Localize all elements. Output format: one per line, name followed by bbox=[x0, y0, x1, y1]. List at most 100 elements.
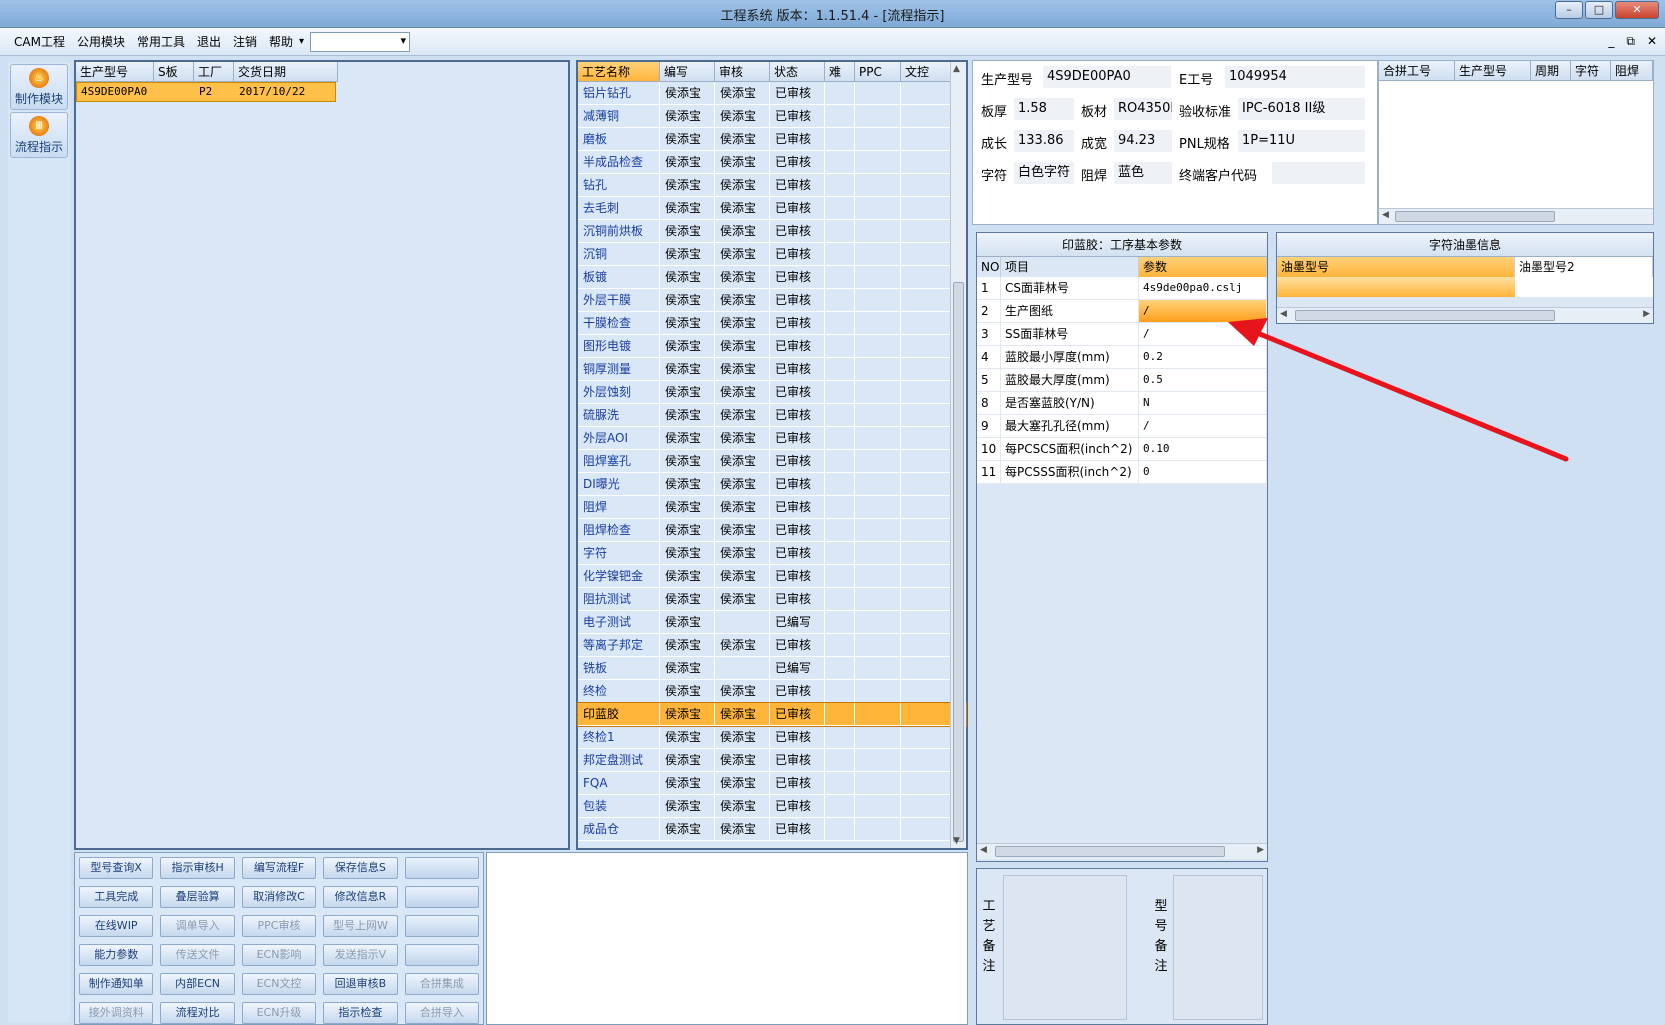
table-row[interactable]: 图形电镀 侯添宝 侯添宝 已审核 bbox=[578, 335, 966, 358]
action-button[interactable]: 工具完成 bbox=[79, 886, 154, 908]
column-header[interactable]: PPC bbox=[855, 62, 901, 81]
scroll-down-icon[interactable]: ▼ bbox=[953, 836, 960, 846]
table-row[interactable]: 9 最大塞孔孔径(mm) / bbox=[977, 415, 1267, 438]
table-row[interactable]: 包装 侯添宝 侯添宝 已审核 bbox=[578, 795, 966, 818]
action-button[interactable]: 在线WIP bbox=[79, 915, 154, 937]
material-field[interactable]: RO4350B bbox=[1113, 97, 1173, 121]
menu-combo-select[interactable] bbox=[310, 31, 411, 52]
char-field[interactable]: 白色字符 bbox=[1013, 161, 1075, 185]
action-button[interactable]: 编写流程F bbox=[241, 857, 317, 879]
mdi-close-button[interactable]: ✕ bbox=[1647, 34, 1657, 49]
column-header[interactable]: 生产型号 bbox=[76, 62, 154, 81]
action-button[interactable]: 制作通知单 bbox=[79, 973, 154, 995]
table-row[interactable]: 终检 侯添宝 侯添宝 已审核 bbox=[578, 680, 966, 703]
scrollbar-thumb[interactable] bbox=[1395, 211, 1555, 222]
cell-value[interactable]: 0.10 bbox=[1139, 438, 1267, 460]
table-row[interactable]: 磨板 侯添宝 侯添宝 已审核 bbox=[578, 128, 966, 151]
action-button[interactable]: 能力参数 bbox=[79, 944, 154, 966]
cell-value[interactable]: / bbox=[1139, 415, 1267, 437]
table-row[interactable]: 阻焊检查 侯添宝 侯添宝 已审核 bbox=[578, 519, 966, 542]
table-row[interactable]: 3 SS面菲林号 / bbox=[977, 323, 1267, 346]
action-button[interactable]: 发送指示V bbox=[323, 944, 398, 966]
table-row[interactable]: 硫脲洗 侯添宝 侯添宝 已审核 bbox=[578, 404, 966, 427]
horizontal-scrollbar[interactable]: ◀ bbox=[1379, 208, 1653, 224]
action-button[interactable]: ECN文控 bbox=[241, 973, 317, 995]
scroll-left-icon[interactable]: ◀ bbox=[1280, 309, 1287, 319]
table-row[interactable]: 2 生产图纸 / bbox=[977, 300, 1267, 323]
length-field[interactable]: 133.86 bbox=[1013, 129, 1075, 153]
horizontal-scrollbar[interactable]: ◀ ▶ bbox=[977, 843, 1267, 859]
standard-field[interactable]: IPC-6018 II级 bbox=[1237, 97, 1366, 121]
scroll-left-icon[interactable]: ◀ bbox=[980, 845, 987, 855]
table-row[interactable]: 8 是否塞蓝胶(Y/N) N bbox=[977, 392, 1267, 415]
table-row[interactable]: 外层蚀刻 侯添宝 侯添宝 已审核 bbox=[578, 381, 966, 404]
scroll-left-icon[interactable]: ◀ bbox=[1382, 210, 1389, 220]
menu-exit[interactable]: 退出 bbox=[191, 33, 227, 50]
action-button[interactable]: 型号查询X bbox=[79, 857, 154, 879]
table-row[interactable]: 外层干膜 侯添宝 侯添宝 已审核 bbox=[578, 289, 966, 312]
menu-logout[interactable]: 注销 bbox=[227, 33, 263, 50]
table-row[interactable]: 1 CS面菲林号 4s9de00pa0.cslj bbox=[977, 277, 1267, 300]
action-button[interactable]: 取消修改C bbox=[241, 886, 317, 908]
menu-help[interactable]: 帮助 bbox=[263, 33, 299, 50]
table-row[interactable]: 化学镍钯金 侯添宝 侯添宝 已审核 bbox=[578, 565, 966, 588]
table-row[interactable]: 4S9DE00PA0 P2 2017/10/22 bbox=[76, 82, 336, 102]
ink-cell-selected[interactable] bbox=[1277, 277, 1515, 297]
table-row[interactable]: 电子测试 侯添宝 已编写 bbox=[578, 611, 966, 634]
column-header[interactable]: 状态 bbox=[770, 62, 825, 81]
menu-cam[interactable]: CAM工程 bbox=[8, 33, 71, 50]
cell-value[interactable]: / bbox=[1139, 300, 1267, 322]
table-row[interactable]: 印蓝胶 侯添宝 侯添宝 已审核 bbox=[577, 702, 967, 727]
table-row[interactable]: 去毛刺 侯添宝 侯添宝 已审核 bbox=[578, 197, 966, 220]
table-row[interactable]: 铝片钻孔 侯添宝 侯添宝 已审核 bbox=[578, 82, 966, 105]
action-button[interactable]: ECN升级 bbox=[241, 1002, 317, 1024]
action-button[interactable]: ECN影响 bbox=[241, 944, 317, 966]
eno-field[interactable]: 1049954 bbox=[1224, 65, 1366, 89]
column-header[interactable]: 编写 bbox=[660, 62, 715, 81]
action-button[interactable]: 传送文件 bbox=[160, 944, 235, 966]
cell-value[interactable]: 0 bbox=[1139, 461, 1267, 483]
chevron-down-icon[interactable]: ▾ bbox=[299, 36, 304, 47]
column-header[interactable]: 交货日期 bbox=[234, 62, 338, 81]
column-header[interactable]: 参数 bbox=[1139, 257, 1267, 277]
action-button[interactable]: 叠层验算 bbox=[160, 886, 235, 908]
table-row[interactable]: 外层AOI 侯添宝 侯添宝 已审核 bbox=[578, 427, 966, 450]
action-button[interactable]: PPC审核 bbox=[241, 915, 317, 937]
customer-field[interactable] bbox=[1271, 161, 1366, 185]
column-header[interactable]: S板 bbox=[154, 62, 194, 81]
table-row[interactable]: 阻焊塞孔 侯添宝 侯添宝 已审核 bbox=[578, 450, 966, 473]
table-row[interactable]: 10 每PCSCS面积(inch^2) 0.10 bbox=[977, 438, 1267, 461]
column-header[interactable]: 油墨型号2 bbox=[1515, 257, 1653, 277]
scroll-up-icon[interactable]: ▲ bbox=[953, 64, 960, 74]
action-button[interactable]: 接外调资料 bbox=[79, 1002, 154, 1024]
table-row[interactable]: 11 每PCSSS面积(inch^2) 0 bbox=[977, 461, 1267, 484]
action-button[interactable]: 合拼集成 bbox=[404, 973, 480, 995]
table-row[interactable]: 等离子邦定 侯添宝 侯添宝 已审核 bbox=[578, 634, 966, 657]
action-button[interactable]: 内部ECN bbox=[160, 973, 235, 995]
scroll-right-icon[interactable]: ▶ bbox=[1643, 309, 1650, 319]
column-header[interactable]: 阻焊 bbox=[1611, 61, 1653, 80]
action-button[interactable]: 回退审核B bbox=[323, 973, 398, 995]
action-button[interactable]: 型号上网W bbox=[323, 915, 398, 937]
column-header[interactable]: 文控 bbox=[901, 62, 951, 81]
scrollbar-thumb[interactable] bbox=[1295, 310, 1555, 321]
tool-make-module[interactable]: ♨ 制作模块 bbox=[10, 64, 68, 110]
process-note-field[interactable] bbox=[1003, 875, 1127, 1020]
table-row[interactable]: 钻孔 侯添宝 侯添宝 已审核 bbox=[578, 174, 966, 197]
scroll-right-icon[interactable]: ▶ bbox=[1257, 845, 1264, 855]
column-header[interactable]: 工艺名称 bbox=[578, 62, 660, 81]
cell-value[interactable]: 4s9de00pa0.cslj bbox=[1139, 277, 1267, 299]
mdi-minimize-button[interactable]: _ bbox=[1608, 34, 1614, 49]
model-field[interactable]: 4S9DE00PA0 bbox=[1042, 65, 1172, 89]
close-button[interactable]: ✕ bbox=[1615, 1, 1659, 19]
table-row[interactable]: FQA 侯添宝 侯添宝 已审核 bbox=[578, 772, 966, 795]
column-header[interactable]: 合拼工号 bbox=[1379, 61, 1455, 80]
vertical-scrollbar[interactable]: ▲ ▼ bbox=[950, 62, 966, 848]
column-header[interactable]: 生产型号 bbox=[1455, 61, 1531, 80]
table-row[interactable]: 铣板 侯添宝 已编写 bbox=[578, 657, 966, 680]
table-row[interactable]: 成品仓 侯添宝 侯添宝 已审核 bbox=[578, 818, 966, 841]
thickness-field[interactable]: 1.58 bbox=[1013, 97, 1075, 121]
action-button[interactable]: 流程对比 bbox=[160, 1002, 235, 1024]
scrollbar-thumb[interactable] bbox=[953, 282, 964, 842]
column-header[interactable]: 难 bbox=[825, 62, 855, 81]
